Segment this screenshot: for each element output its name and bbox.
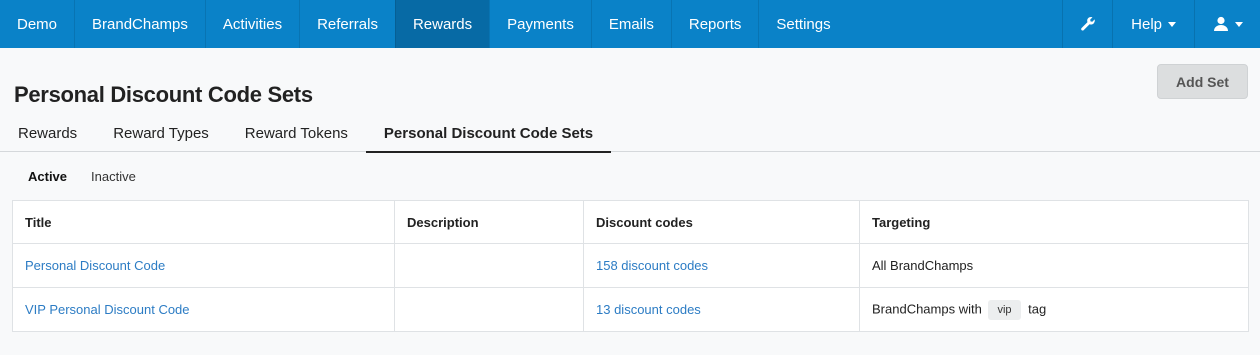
nav-right: Help: [1062, 0, 1260, 48]
wrench-icon: [1080, 16, 1095, 31]
nav-item-activities[interactable]: Activities: [204, 0, 299, 48]
tools-button[interactable]: [1062, 0, 1112, 48]
page-title: Personal Discount Code Sets: [14, 82, 313, 107]
cell-discount-codes: 158 discount codes: [583, 243, 860, 288]
nav-item-emails[interactable]: Emails: [590, 0, 671, 48]
set-title-link[interactable]: Personal Discount Code: [25, 258, 165, 273]
nav-item-brandchamps[interactable]: BrandChamps: [74, 0, 205, 48]
cell-discount-codes: 13 discount codes: [583, 287, 860, 332]
add-set-button[interactable]: Add Set: [1157, 64, 1248, 99]
targeting-text: BrandChamps with: [872, 300, 982, 316]
nav-item-reports[interactable]: Reports: [670, 0, 759, 48]
cell-description: [394, 287, 584, 332]
nav-item-rewards[interactable]: Rewards: [394, 0, 490, 48]
help-menu[interactable]: Help: [1112, 0, 1194, 48]
status-filter: Active Inactive: [12, 152, 1248, 200]
column-header-targeting: Targeting: [859, 200, 1249, 244]
nav-item-settings[interactable]: Settings: [758, 0, 847, 48]
tab-reward-types[interactable]: Reward Types: [95, 114, 227, 152]
table-row: VIP Personal Discount Code 13 discount c…: [12, 287, 1249, 332]
nav-item-demo[interactable]: Demo: [0, 0, 74, 48]
discount-codes-link[interactable]: 158 discount codes: [596, 258, 708, 273]
set-title-link[interactable]: VIP Personal Discount Code: [25, 302, 190, 317]
help-label: Help: [1131, 15, 1162, 33]
tab-reward-tokens[interactable]: Reward Tokens: [227, 114, 366, 152]
discount-codes-link[interactable]: 13 discount codes: [596, 302, 701, 317]
main-content: Active Inactive Title Description Discou…: [0, 152, 1260, 332]
filter-active[interactable]: Active: [16, 169, 79, 184]
column-header-title: Title: [12, 200, 395, 244]
cell-title: Personal Discount Code: [12, 243, 395, 288]
table-header-row: Title Description Discount codes Targeti…: [12, 200, 1249, 244]
tab-bar: Rewards Reward Types Reward Tokens Perso…: [0, 114, 612, 153]
targeting-text: All BrandChamps: [872, 258, 974, 273]
chevron-down-icon: [1168, 21, 1176, 27]
chevron-down-icon: [1234, 21, 1243, 27]
column-header-discount-codes: Discount codes: [583, 200, 860, 244]
tag-badge: vip: [988, 299, 1021, 320]
tab-rewards[interactable]: Rewards: [0, 114, 95, 152]
top-navbar: Demo BrandChamps Activities Referrals Re…: [0, 0, 1260, 48]
cell-description: [394, 243, 584, 288]
tab-personal-discount-code-sets[interactable]: Personal Discount Code Sets: [365, 114, 612, 153]
page-header: Personal Discount Code Sets Add Set Rewa…: [0, 48, 1260, 153]
nav-item-payments[interactable]: Payments: [489, 0, 591, 48]
cell-title: VIP Personal Discount Code: [12, 287, 395, 332]
filter-inactive[interactable]: Inactive: [79, 169, 148, 184]
user-icon: [1213, 16, 1228, 31]
targeting-suffix: tag: [1028, 300, 1047, 316]
user-menu[interactable]: [1194, 0, 1260, 48]
discount-code-sets-table: Title Description Discount codes Targeti…: [12, 200, 1249, 332]
nav-left: Demo BrandChamps Activities Referrals Re…: [0, 0, 848, 48]
column-header-description: Description: [394, 200, 584, 244]
table-row: Personal Discount Code 158 discount code…: [12, 243, 1249, 288]
cell-targeting: All BrandChamps: [859, 243, 1249, 288]
cell-targeting: BrandChamps with vip tag: [859, 287, 1249, 332]
nav-item-referrals[interactable]: Referrals: [299, 0, 395, 48]
